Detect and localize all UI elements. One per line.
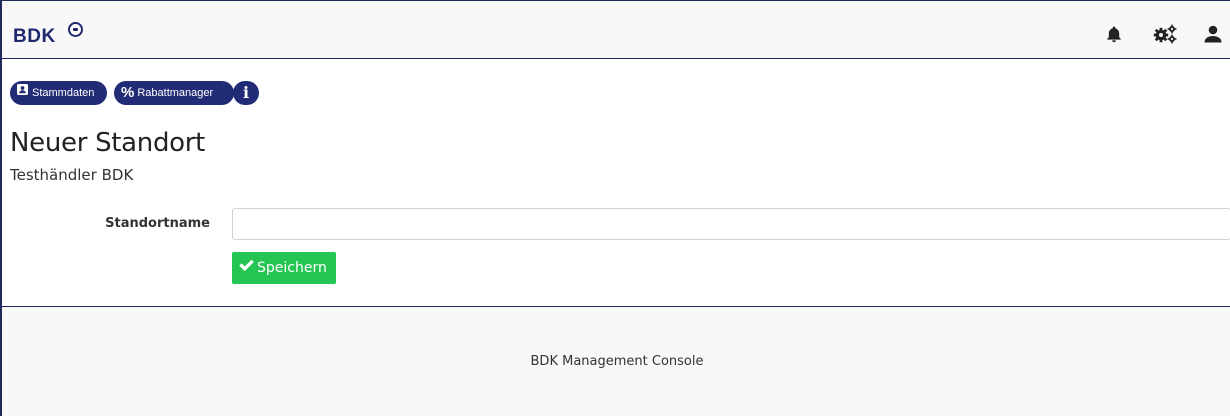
check-icon: [238, 258, 255, 276]
percent-icon: %: [121, 84, 135, 102]
info-button[interactable]: i: [233, 81, 259, 105]
page-title: Neuer Standort: [10, 128, 206, 158]
footer-text: BDK Management Console: [530, 354, 704, 369]
brand-logo[interactable]: BDK: [13, 26, 56, 48]
info-icon: i: [242, 83, 250, 102]
standortname-input[interactable]: [232, 208, 1230, 240]
stammdaten-label: Stammdaten: [32, 87, 95, 99]
app-frame: BDK Stammdaten % Rabattmanager i Neuer S…: [0, 0, 1230, 416]
settings-gears-icon[interactable]: [1153, 24, 1177, 49]
save-label: Speichern: [257, 260, 327, 276]
top-navbar: BDK: [2, 0, 1230, 59]
page-subtitle: Testhändler BDK: [10, 166, 134, 184]
rabattmanager-button[interactable]: % Rabattmanager: [114, 81, 234, 105]
address-card-icon: [17, 80, 28, 104]
rabattmanager-label: Rabattmanager: [137, 87, 214, 99]
footer: BDK Management Console: [2, 306, 1230, 416]
stammdaten-button[interactable]: Stammdaten: [10, 81, 107, 105]
user-icon[interactable]: [1203, 25, 1223, 48]
save-button[interactable]: Speichern: [232, 252, 336, 284]
standortname-label: Standortname: [105, 216, 210, 231]
logo-seal-icon: [68, 22, 83, 37]
bell-icon[interactable]: [1105, 25, 1123, 48]
